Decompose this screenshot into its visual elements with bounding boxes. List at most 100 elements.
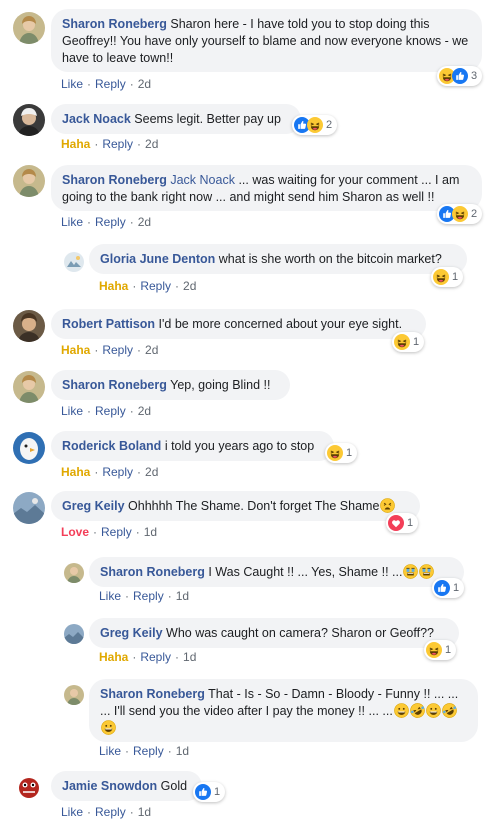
comment-author[interactable]: Sharon Roneberg <box>62 17 167 31</box>
avatar[interactable] <box>64 624 84 644</box>
comment-author[interactable]: Robert Pattison <box>62 317 155 331</box>
separator: · <box>132 279 137 293</box>
reaction-summary[interactable]: 1 <box>431 267 464 287</box>
reply-button[interactable]: Reply <box>140 650 171 664</box>
comment-bubble: Robert Pattison I'd be more concerned ab… <box>51 309 426 339</box>
avatar[interactable] <box>64 252 84 272</box>
comment-author[interactable]: Greg Keily <box>62 499 125 513</box>
reaction-summary[interactable]: 2 <box>292 115 338 135</box>
reaction-count: 1 <box>453 582 460 594</box>
separator: · <box>125 744 130 758</box>
comment-author[interactable]: Sharon Roneberg <box>62 378 167 392</box>
avatar[interactable] <box>13 104 45 136</box>
timestamp[interactable]: 1d <box>183 650 196 664</box>
reply-button[interactable]: Reply <box>95 805 126 819</box>
timestamp[interactable]: 1d <box>138 805 151 819</box>
comment-author[interactable]: Gloria June Denton <box>100 252 215 266</box>
timestamp[interactable]: 2d <box>145 137 158 151</box>
timestamp[interactable]: 1d <box>176 744 189 758</box>
comment-author[interactable]: Greg Keily <box>100 626 163 640</box>
separator: · <box>167 744 172 758</box>
reaction-summary[interactable]: 1 <box>386 513 419 533</box>
reaction-count: 1 <box>452 271 459 283</box>
comment-author[interactable]: Sharon Roneberg <box>62 173 167 187</box>
avatar[interactable] <box>64 563 84 583</box>
reaction-summary[interactable]: 1 <box>325 443 358 463</box>
reaction-summary[interactable]: 1 <box>424 640 457 660</box>
reaction-summary[interactable]: 1 <box>193 782 226 802</box>
haha-icon <box>327 445 343 461</box>
reaction-summary[interactable]: 1 <box>432 578 465 598</box>
timestamp[interactable]: 2d <box>138 77 151 91</box>
haha-reaction-button[interactable]: Haha <box>99 650 128 664</box>
timestamp[interactable]: 1d <box>176 589 189 603</box>
separator: · <box>175 650 180 664</box>
comment-text: I Was Caught !! ... Yes, Shame !! ... <box>208 565 403 579</box>
avatar[interactable] <box>13 310 45 342</box>
reaction-summary[interactable]: 3 <box>437 66 483 86</box>
tagged-user[interactable]: Jack Noack <box>170 173 235 187</box>
comment-author[interactable]: Jamie Snowdon <box>62 779 157 793</box>
avatar[interactable] <box>13 432 45 464</box>
like-button[interactable]: Like <box>61 805 83 819</box>
comment-author[interactable]: Sharon Roneberg <box>100 565 205 579</box>
reply-button[interactable]: Reply <box>140 279 171 293</box>
haha-reaction-button[interactable]: Haha <box>61 137 90 151</box>
reply-button[interactable]: Reply <box>102 465 133 479</box>
separator: · <box>94 343 99 357</box>
reaction-summary[interactable]: 2 <box>437 204 483 224</box>
haha-reaction-button[interactable]: Haha <box>99 279 128 293</box>
timestamp[interactable]: 2d <box>138 215 151 229</box>
haha-reaction-button[interactable]: Haha <box>61 465 90 479</box>
comment-bubble: Sharon Roneberg That - Is - So - Damn - … <box>89 679 478 742</box>
separator: · <box>129 404 134 418</box>
like-button[interactable]: Like <box>99 744 121 758</box>
reaction-summary[interactable]: 1 <box>392 332 425 352</box>
reply-button[interactable]: Reply <box>133 589 164 603</box>
like-button[interactable]: Like <box>61 404 83 418</box>
comment-actions: Like · Reply · 1d <box>61 805 151 819</box>
avatar[interactable] <box>64 685 84 705</box>
reaction-count: 1 <box>346 447 353 459</box>
avatar[interactable] <box>13 492 45 524</box>
comment-bubble: Sharon Roneberg I Was Caught !! ... Yes,… <box>89 557 464 587</box>
timestamp[interactable]: 2d <box>138 404 151 418</box>
timestamp[interactable]: 2d <box>183 279 196 293</box>
love-reaction-button[interactable]: Love <box>61 525 89 539</box>
comment-author[interactable]: Sharon Roneberg <box>100 687 205 701</box>
comment-text: i told you years ago to stop <box>164 439 315 453</box>
comment-actions: Like · Reply · 2d <box>61 404 151 418</box>
comment-text: Seems legit. Better pay up <box>134 112 281 126</box>
reaction-count: 2 <box>326 119 333 131</box>
comment-actions: Haha · Reply · 2d <box>61 343 158 357</box>
reply-button[interactable]: Reply <box>95 77 126 91</box>
timestamp[interactable]: 1d <box>144 525 157 539</box>
avatar[interactable] <box>13 371 45 403</box>
comment-actions: Love · Reply · 1d <box>61 525 157 539</box>
reply-button[interactable]: Reply <box>95 215 126 229</box>
comment-actions: Like · Reply · 1d <box>99 744 189 758</box>
avatar[interactable] <box>13 165 45 197</box>
reply-button[interactable]: Reply <box>102 343 133 357</box>
avatar[interactable] <box>13 12 45 44</box>
separator: · <box>125 589 130 603</box>
comment-author[interactable]: Roderick Boland <box>62 439 161 453</box>
haha-icon <box>433 269 449 285</box>
reply-button[interactable]: Reply <box>102 137 133 151</box>
separator: · <box>129 805 134 819</box>
comment-actions: Haha · Reply · 2d <box>61 137 158 151</box>
timestamp[interactable]: 2d <box>145 343 158 357</box>
separator: · <box>87 805 92 819</box>
comment-author[interactable]: Jack Noack <box>62 112 131 126</box>
separator: · <box>87 404 92 418</box>
separator: · <box>167 589 172 603</box>
like-button[interactable]: Like <box>61 77 83 91</box>
avatar[interactable] <box>13 771 45 803</box>
timestamp[interactable]: 2d <box>145 465 158 479</box>
reply-button[interactable]: Reply <box>101 525 132 539</box>
reply-button[interactable]: Reply <box>133 744 164 758</box>
like-button[interactable]: Like <box>99 589 121 603</box>
reply-button[interactable]: Reply <box>95 404 126 418</box>
like-button[interactable]: Like <box>61 215 83 229</box>
haha-reaction-button[interactable]: Haha <box>61 343 90 357</box>
